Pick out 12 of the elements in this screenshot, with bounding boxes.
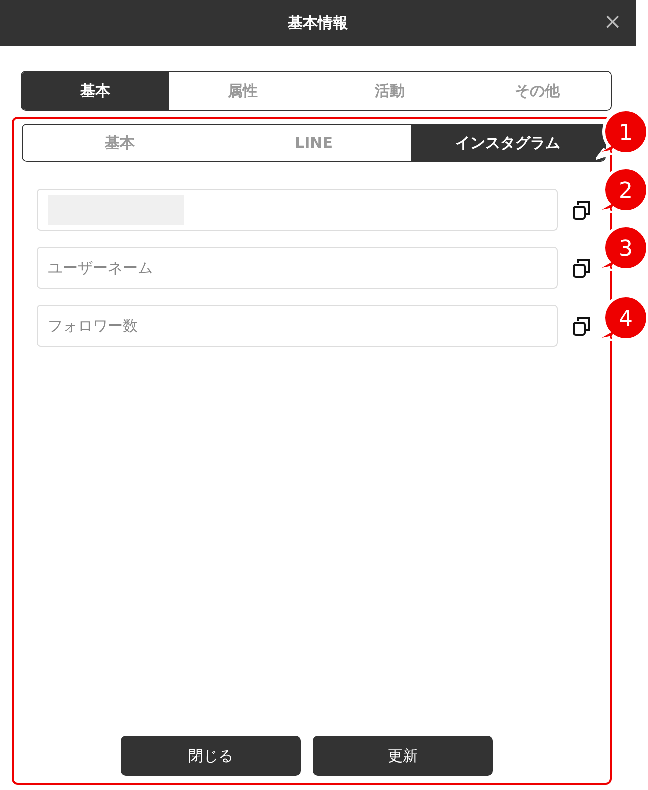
tab[interactable]: 基本: [22, 72, 170, 110]
copy-icon[interactable]: [572, 315, 592, 337]
action-button[interactable]: 更新: [313, 736, 493, 776]
sub-tab[interactable]: インスタグラム: [411, 125, 605, 161]
copy-icon[interactable]: [572, 199, 592, 221]
input-field[interactable]: フォロワー数: [37, 305, 558, 347]
close-button[interactable]: ×: [604, 11, 622, 35]
input-field[interactable]: ユーザーネーム: [37, 247, 558, 289]
window-title: 基本情報: [288, 14, 348, 32]
input-field[interactable]: [37, 189, 558, 231]
copy-icon[interactable]: [572, 257, 592, 279]
action-button[interactable]: 閉じる: [121, 736, 301, 776]
